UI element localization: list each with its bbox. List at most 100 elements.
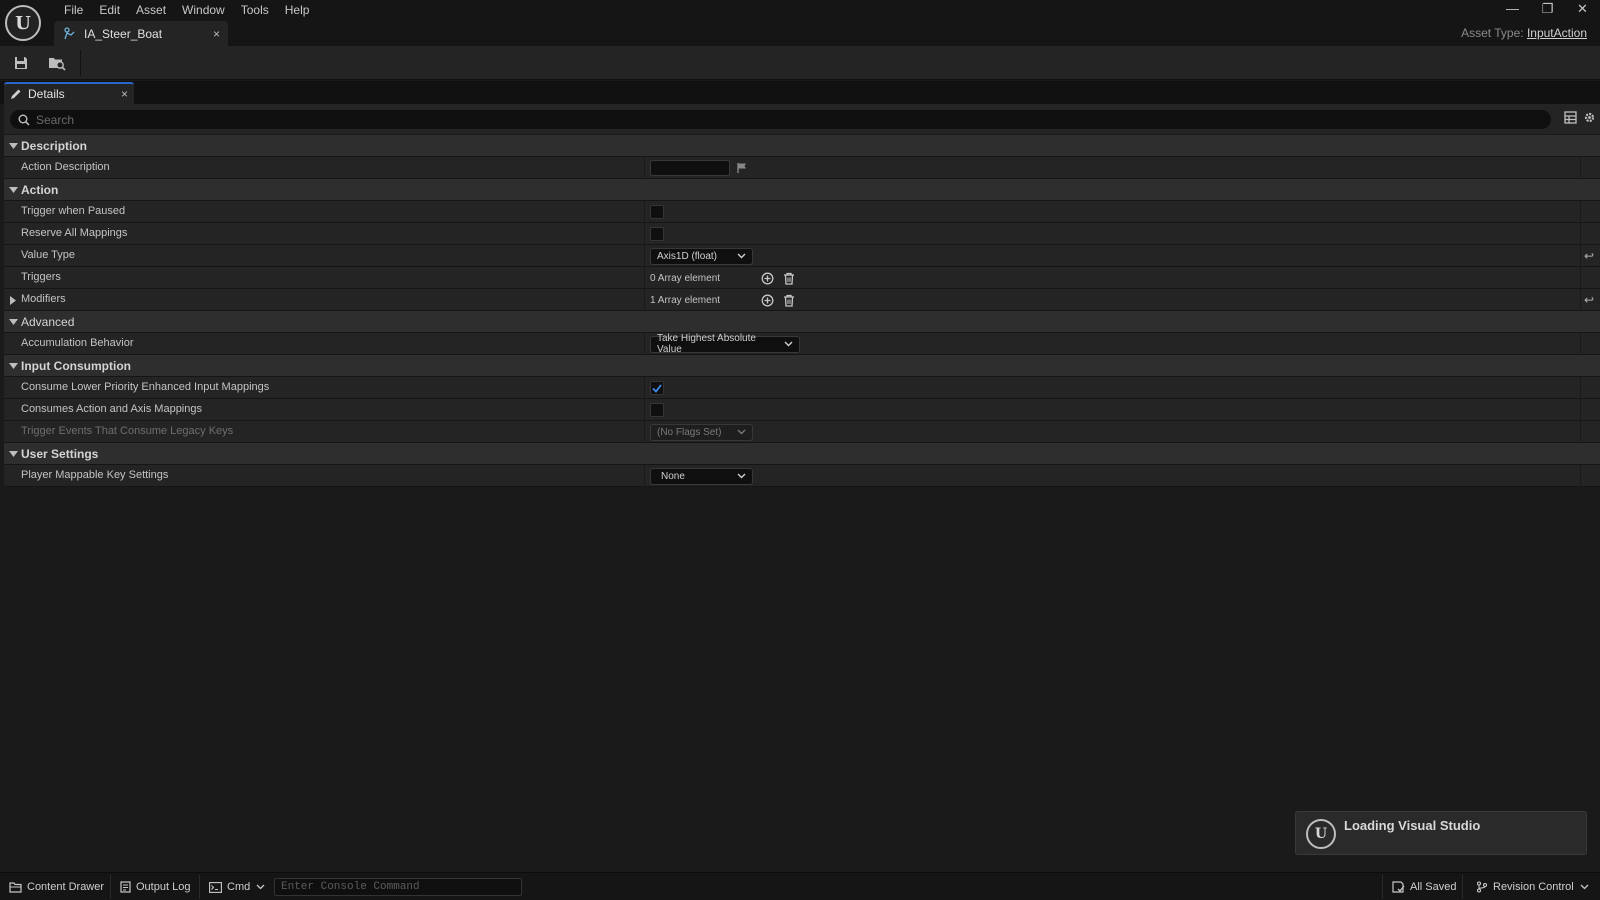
- property-label: Trigger when Paused: [21, 205, 126, 217]
- search-tools: [1564, 111, 1596, 124]
- action-description-input[interactable]: [650, 160, 730, 176]
- reset-to-default-icon[interactable]: ↩: [1584, 249, 1594, 263]
- property-value: [650, 225, 664, 243]
- browse-folder-icon: [49, 58, 66, 71]
- chevron-down-icon[interactable]: [8, 361, 18, 371]
- chevron-down-icon: [737, 473, 746, 479]
- property-triggers: Triggers 0 Array element: [4, 267, 1600, 289]
- column-divider[interactable]: [644, 289, 645, 311]
- player-mappable-dropdown[interactable]: None: [650, 467, 753, 485]
- category-label: Advanced: [21, 315, 75, 329]
- trash-icon[interactable]: [782, 293, 796, 307]
- value-type-dropdown[interactable]: Axis1D (float): [650, 247, 753, 265]
- toolbar-separator: [80, 50, 81, 76]
- reserve-all-mappings-checkbox[interactable]: [650, 227, 664, 241]
- close-icon[interactable]: ×: [121, 87, 128, 101]
- menu-tools[interactable]: Tools: [233, 1, 277, 19]
- column-divider[interactable]: [644, 465, 645, 487]
- asset-tab[interactable]: IA_Steer_Boat ×: [54, 21, 228, 46]
- category-advanced[interactable]: Advanced: [4, 311, 1600, 333]
- category-action[interactable]: Action: [4, 179, 1600, 201]
- category-input-consumption[interactable]: Input Consumption: [4, 355, 1600, 377]
- column-divider[interactable]: [644, 245, 645, 267]
- window-close-button[interactable]: ✕: [1565, 0, 1600, 20]
- cmd-selector[interactable]: Cmd: [203, 873, 276, 900]
- unreal-logo-icon: U: [1306, 819, 1336, 849]
- property-trigger-when-paused: Trigger when Paused: [4, 201, 1600, 223]
- restore-button[interactable]: ❐: [1530, 0, 1565, 20]
- details-tab[interactable]: Details ×: [4, 82, 134, 104]
- search-box[interactable]: [10, 110, 1551, 129]
- column-divider[interactable]: [644, 421, 645, 443]
- trigger-when-paused-checkbox[interactable]: [650, 205, 664, 219]
- property-reserve-all-mappings: Reserve All Mappings: [4, 223, 1600, 245]
- asset-type-link[interactable]: InputAction: [1527, 26, 1587, 40]
- revision-control-button[interactable]: Revision Control: [1470, 873, 1600, 900]
- menu-edit[interactable]: Edit: [91, 1, 128, 19]
- property-player-mappable: Player Mappable Key Settings None: [4, 465, 1600, 487]
- add-element-icon[interactable]: [760, 271, 774, 285]
- browse-to-asset-button[interactable]: [46, 52, 68, 74]
- menu-window[interactable]: Window: [174, 1, 233, 19]
- column-divider[interactable]: [644, 157, 645, 179]
- localization-flag-icon[interactable]: [736, 162, 748, 174]
- consumes-action-axis-checkbox[interactable]: [650, 403, 664, 417]
- reset-to-default-icon[interactable]: ↩: [1584, 293, 1594, 307]
- chevron-down-icon: [1580, 884, 1589, 890]
- search-icon: [18, 114, 30, 126]
- panel-tab-bar: Details ×: [0, 81, 1600, 104]
- category-label: User Settings: [21, 447, 99, 461]
- chevron-down-icon[interactable]: [8, 449, 18, 459]
- search-input[interactable]: [36, 112, 1516, 127]
- menu-asset[interactable]: Asset: [128, 1, 174, 19]
- search-row: [4, 104, 1600, 134]
- consume-lower-priority-checkbox[interactable]: [650, 381, 664, 395]
- statusbar-separator: [110, 875, 111, 899]
- property-label: Consumes Action and Axis Mappings: [21, 403, 202, 415]
- property-rows: Description Action Description Action Tr…: [4, 135, 1600, 487]
- content-drawer-button[interactable]: Content Drawer: [3, 873, 110, 900]
- minimize-button[interactable]: —: [1495, 0, 1530, 20]
- array-count: 0 Array element: [650, 272, 721, 284]
- category-user-settings[interactable]: User Settings: [4, 443, 1600, 465]
- menu-file[interactable]: File: [56, 1, 91, 19]
- chevron-down-icon[interactable]: [8, 185, 18, 195]
- property-matrix-icon[interactable]: [1564, 111, 1577, 124]
- close-icon[interactable]: ×: [213, 27, 220, 41]
- trash-icon[interactable]: [782, 271, 796, 285]
- column-divider: [1580, 399, 1581, 421]
- output-log-button[interactable]: Output Log: [114, 873, 196, 900]
- column-divider: [1580, 377, 1581, 399]
- unreal-logo-icon[interactable]: U: [5, 5, 41, 41]
- menu-help[interactable]: Help: [277, 1, 318, 19]
- status-bar: Content Drawer Output Log Cmd All Saved …: [0, 872, 1600, 900]
- property-modifiers: Modifiers 1 Array element ↩: [4, 289, 1600, 311]
- column-divider[interactable]: [644, 223, 645, 245]
- property-value: None: [650, 467, 753, 485]
- column-divider[interactable]: [644, 333, 645, 355]
- column-divider[interactable]: [644, 267, 645, 289]
- all-saved-button[interactable]: All Saved: [1386, 873, 1462, 900]
- property-action-description: Action Description: [4, 157, 1600, 179]
- column-divider[interactable]: [644, 201, 645, 223]
- column-divider[interactable]: [644, 377, 645, 399]
- column-divider: [1580, 333, 1581, 355]
- console-command-input[interactable]: [274, 878, 522, 896]
- column-divider: [1580, 157, 1581, 179]
- save-button[interactable]: [10, 52, 32, 74]
- column-divider[interactable]: [644, 399, 645, 421]
- gear-icon[interactable]: [1583, 111, 1596, 124]
- category-description[interactable]: Description: [4, 135, 1600, 157]
- column-divider: [1580, 465, 1581, 487]
- chevron-right-icon[interactable]: [8, 295, 18, 305]
- details-panel: Description Action Description Action Tr…: [4, 104, 1600, 872]
- asset-tab-label: IA_Steer_Boat: [84, 26, 163, 41]
- branch-icon: [1476, 881, 1488, 893]
- all-saved-label: All Saved: [1410, 881, 1457, 893]
- column-divider: [1580, 223, 1581, 245]
- accumulation-behavior-dropdown[interactable]: Take Highest Absolute Value: [650, 333, 800, 355]
- chevron-down-icon[interactable]: [8, 141, 18, 151]
- add-element-icon[interactable]: [760, 293, 774, 307]
- chevron-down-icon[interactable]: [8, 317, 18, 327]
- property-value: (No Flags Set): [650, 423, 753, 441]
